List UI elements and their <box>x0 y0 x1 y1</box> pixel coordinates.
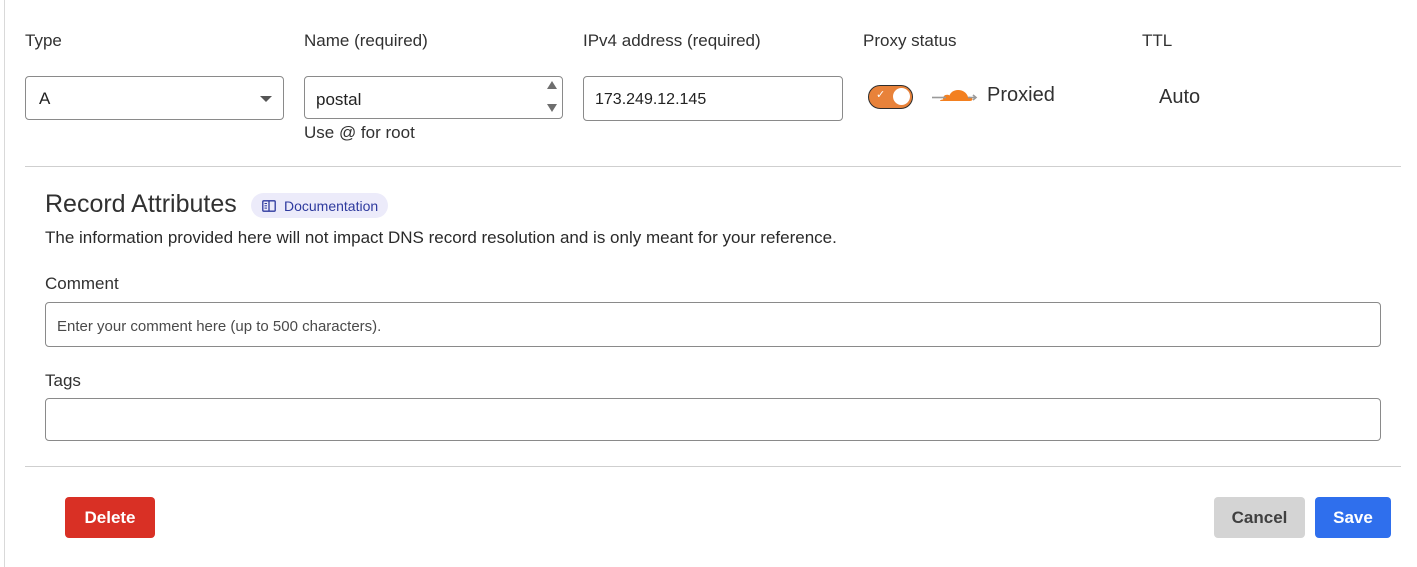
name-hint: Use @ for root <box>304 123 415 142</box>
cancel-button[interactable]: Cancel <box>1214 497 1305 538</box>
tags-label: Tags <box>45 371 81 390</box>
delete-button[interactable]: Delete <box>65 497 155 538</box>
proxy-toggle[interactable]: ✓ <box>868 85 913 109</box>
type-select-value: A <box>39 89 51 108</box>
section-description: The information provided here will not i… <box>45 228 837 247</box>
type-select[interactable]: A <box>25 76 284 120</box>
type-label: Type <box>25 31 62 50</box>
tags-input[interactable] <box>45 398 1381 441</box>
check-icon: ✓ <box>876 89 886 101</box>
ipv4-input-value: 173.249.12.145 <box>595 91 707 108</box>
name-label: Name (required) <box>304 31 428 50</box>
documentation-label: Documentation <box>284 197 379 214</box>
name-input-value: postal <box>316 90 362 109</box>
cloud-icon <box>932 90 978 101</box>
divider-bottom <box>25 466 1401 467</box>
ttl-value: Auto <box>1159 86 1201 108</box>
section-title: Record Attributes <box>45 190 237 218</box>
comment-placeholder: Enter your comment here (up to 500 chara… <box>57 318 382 335</box>
documentation-link[interactable]: Documentation <box>251 193 389 218</box>
comment-input[interactable]: Enter your comment here (up to 500 chara… <box>45 302 1381 347</box>
proxy-status-text: Proxied <box>987 84 1055 106</box>
name-input[interactable]: postal <box>304 76 563 119</box>
ipv4-label: IPv4 address (required) <box>583 31 761 50</box>
ipv4-input[interactable]: 173.249.12.145 <box>583 76 843 121</box>
comment-label: Comment <box>45 274 119 293</box>
toggle-knob <box>893 88 910 105</box>
ttl-label: TTL <box>1142 31 1173 50</box>
chevron-down-icon <box>260 96 272 102</box>
spinner-up-icon[interactable] <box>547 81 557 89</box>
left-border <box>4 0 5 567</box>
divider-top <box>25 166 1401 167</box>
save-button[interactable]: Save <box>1315 497 1391 538</box>
book-icon <box>262 199 276 212</box>
proxy-status-label: Proxy status <box>863 31 957 50</box>
spinner-down-icon[interactable] <box>547 104 557 112</box>
